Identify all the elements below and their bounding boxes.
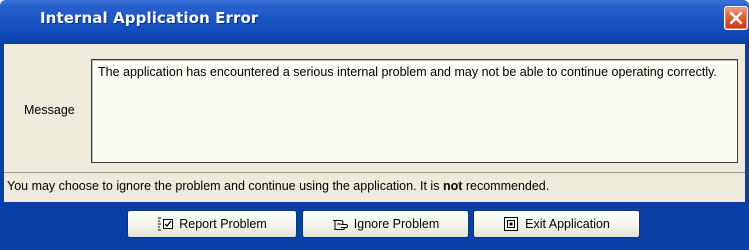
close-icon	[729, 11, 743, 25]
exit-icon	[504, 217, 519, 231]
report-icon	[158, 217, 174, 231]
warning-suffix: recommended.	[462, 179, 550, 193]
message-label: Message	[24, 103, 75, 117]
dialog-body: Message The application has encountered …	[4, 44, 745, 202]
report-problem-label: Report Problem	[179, 217, 267, 231]
button-bar: Report Problem Ignore Problem Exit Appli…	[0, 202, 749, 250]
dialog-title: Internal Application Error	[40, 9, 259, 27]
message-row: Message The application has encountered …	[4, 44, 745, 172]
error-dialog: Internal Application Error Message The a…	[0, 0, 749, 250]
exit-application-button[interactable]: Exit Application	[473, 210, 640, 238]
ignore-icon	[332, 220, 348, 230]
exit-application-label: Exit Application	[525, 217, 610, 231]
warning-prefix: You may choose to ignore the problem and…	[7, 179, 443, 193]
title-bar[interactable]: Internal Application Error	[0, 0, 749, 44]
warning-text: You may choose to ignore the problem and…	[7, 179, 549, 193]
report-problem-button[interactable]: Report Problem	[127, 210, 297, 238]
warning-emphasis: not	[442, 179, 463, 193]
close-button[interactable]	[724, 6, 748, 30]
message-text-area[interactable]: The application has encountered a seriou…	[91, 59, 738, 163]
ignore-problem-button[interactable]: Ignore Problem	[302, 210, 469, 238]
ignore-problem-label: Ignore Problem	[353, 217, 440, 231]
divider	[4, 172, 745, 173]
